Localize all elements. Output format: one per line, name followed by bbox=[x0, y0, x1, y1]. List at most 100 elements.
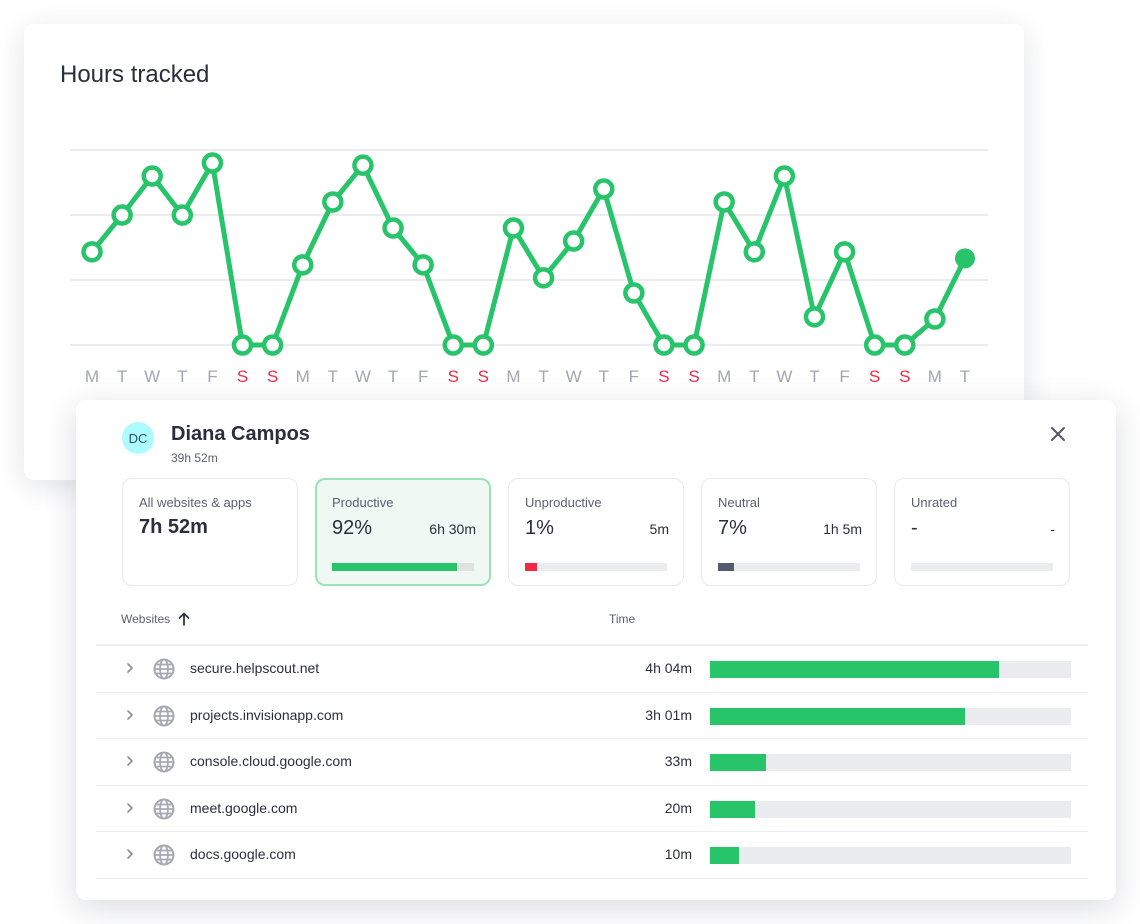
chart-data-point[interactable] bbox=[261, 334, 284, 356]
chevron-right-icon[interactable] bbox=[123, 752, 137, 770]
stat-percent: - bbox=[911, 517, 918, 539]
chart-data-point[interactable] bbox=[322, 191, 344, 213]
chart-data-point[interactable] bbox=[593, 178, 615, 200]
chart-data-point[interactable] bbox=[472, 334, 495, 356]
time-bar-fill bbox=[710, 707, 965, 725]
x-tick-label: W bbox=[566, 367, 582, 386]
arrow-up-icon bbox=[178, 612, 190, 626]
chart-data-point[interactable] bbox=[382, 217, 404, 239]
chart-data-point[interactable] bbox=[141, 165, 163, 187]
x-tick-label: M bbox=[717, 367, 731, 386]
website-name[interactable]: meet.google.com bbox=[190, 800, 297, 816]
column-header-time[interactable]: Time bbox=[609, 612, 635, 626]
user-total-time: 39h 52m bbox=[171, 451, 218, 465]
chart-data-point[interactable] bbox=[352, 154, 374, 176]
website-name[interactable]: docs.google.com bbox=[190, 846, 296, 862]
globe-icon bbox=[153, 751, 175, 773]
close-button[interactable] bbox=[1044, 420, 1072, 448]
chart-data-point[interactable] bbox=[171, 204, 194, 226]
x-tick-label: T bbox=[749, 367, 759, 386]
x-tick-label: T bbox=[388, 367, 398, 386]
table-row[interactable]: meet.google.com 20m bbox=[96, 786, 1088, 832]
chart-series-line bbox=[90, 160, 968, 348]
close-icon bbox=[1051, 427, 1065, 441]
stat-time: 1h 5m bbox=[823, 521, 862, 537]
x-tick-label: S bbox=[448, 367, 459, 386]
chart-data-point[interactable] bbox=[502, 217, 525, 239]
chart-data-point[interactable] bbox=[713, 191, 735, 213]
stat-label: Neutral bbox=[718, 495, 760, 510]
chart-data-point[interactable] bbox=[683, 334, 705, 356]
avatar: DC bbox=[122, 422, 154, 454]
x-tick-label: W bbox=[144, 367, 160, 386]
stat-percent: 1% bbox=[525, 517, 554, 539]
table-row[interactable]: projects.invisionapp.com 3h 01m bbox=[96, 693, 1088, 739]
chart-data-point[interactable] bbox=[562, 230, 585, 252]
stat-card-productive[interactable]: Productive 92% 6h 30m bbox=[315, 478, 491, 586]
chart-data-point[interactable] bbox=[955, 248, 975, 269]
time-bar-fill bbox=[710, 847, 739, 864]
chart-data-point[interactable] bbox=[532, 267, 555, 289]
table-row[interactable]: secure.helpscout.net 4h 04m bbox=[96, 646, 1088, 693]
website-time: 33m bbox=[664, 753, 692, 769]
website-name[interactable]: projects.invisionapp.com bbox=[190, 707, 343, 723]
chart-data-point[interactable] bbox=[924, 308, 946, 330]
stat-progress-fill bbox=[718, 563, 734, 571]
stat-time: 6h 30m bbox=[429, 521, 476, 537]
chart-data-point[interactable] bbox=[231, 334, 254, 356]
stat-progress-fill bbox=[525, 563, 538, 571]
chart-data-point[interactable] bbox=[442, 334, 464, 356]
time-bar-fill bbox=[710, 661, 999, 678]
chart-data-point[interactable] bbox=[743, 241, 766, 263]
time-bar-track bbox=[710, 847, 1071, 864]
chart-data-point[interactable] bbox=[894, 334, 916, 356]
website-name[interactable]: console.cloud.google.com bbox=[190, 753, 352, 769]
stat-card-all[interactable]: All websites & apps 7h 52m bbox=[122, 478, 298, 586]
user-detail-panel: DC Diana Campos 39h 52m All websites & a… bbox=[76, 400, 1116, 900]
chart-data-point[interactable] bbox=[623, 282, 645, 304]
chart-series bbox=[90, 160, 968, 348]
website-time: 3h 01m bbox=[645, 706, 692, 723]
x-tick-label: S bbox=[869, 367, 880, 386]
stat-time: 5m bbox=[649, 521, 669, 537]
chevron-right-icon[interactable] bbox=[123, 659, 137, 677]
time-bar-track bbox=[710, 661, 1071, 678]
chart-data-point[interactable] bbox=[833, 241, 856, 263]
x-tick-label: S bbox=[688, 367, 699, 386]
websites-table-body: secure.helpscout.net 4h 04m projects.inv… bbox=[96, 646, 1088, 879]
chart-data-point[interactable] bbox=[412, 254, 434, 276]
website-time: 10m bbox=[664, 846, 692, 862]
x-tick-label: T bbox=[117, 367, 127, 386]
chart-data-point[interactable] bbox=[81, 241, 103, 263]
x-tick-label: W bbox=[776, 367, 792, 386]
stat-progress-fill bbox=[332, 563, 457, 571]
chart-data-point[interactable] bbox=[111, 204, 133, 226]
table-row[interactable]: console.cloud.google.com 33m bbox=[96, 739, 1088, 786]
chevron-right-icon[interactable] bbox=[123, 845, 137, 863]
table-row[interactable]: docs.google.com 10m bbox=[96, 832, 1088, 879]
chart-data-point[interactable] bbox=[291, 254, 314, 276]
chart-data-point[interactable] bbox=[773, 165, 796, 187]
user-name: Diana Campos bbox=[171, 423, 310, 445]
stat-card-neutral[interactable]: Neutral 7% 1h 5m bbox=[701, 478, 877, 586]
x-tick-label: T bbox=[960, 367, 970, 386]
globe-icon bbox=[153, 705, 175, 726]
globe-icon bbox=[153, 844, 175, 866]
table-header: Websites Time bbox=[96, 606, 1088, 646]
time-bar-track bbox=[710, 707, 1071, 725]
stat-card-unrated[interactable]: Unrated - - bbox=[894, 478, 1070, 586]
column-header-websites[interactable]: Websites bbox=[121, 612, 190, 626]
x-tick-label: S bbox=[267, 367, 278, 386]
stat-value: 7h 52m bbox=[139, 516, 208, 538]
chart-data-point[interactable] bbox=[803, 306, 826, 328]
stat-percent: 7% bbox=[718, 517, 747, 539]
chart-data-point[interactable] bbox=[653, 334, 675, 356]
x-tick-label: W bbox=[355, 367, 371, 386]
website-name[interactable]: secure.helpscout.net bbox=[190, 660, 319, 676]
chart-data-point[interactable] bbox=[863, 334, 886, 356]
chevron-right-icon[interactable] bbox=[123, 799, 137, 817]
stat-label: Unproductive bbox=[525, 495, 602, 510]
chevron-right-icon[interactable] bbox=[123, 706, 137, 724]
chart-data-point[interactable] bbox=[201, 152, 224, 174]
stat-card-unproductive[interactable]: Unproductive 1% 5m bbox=[508, 478, 684, 586]
